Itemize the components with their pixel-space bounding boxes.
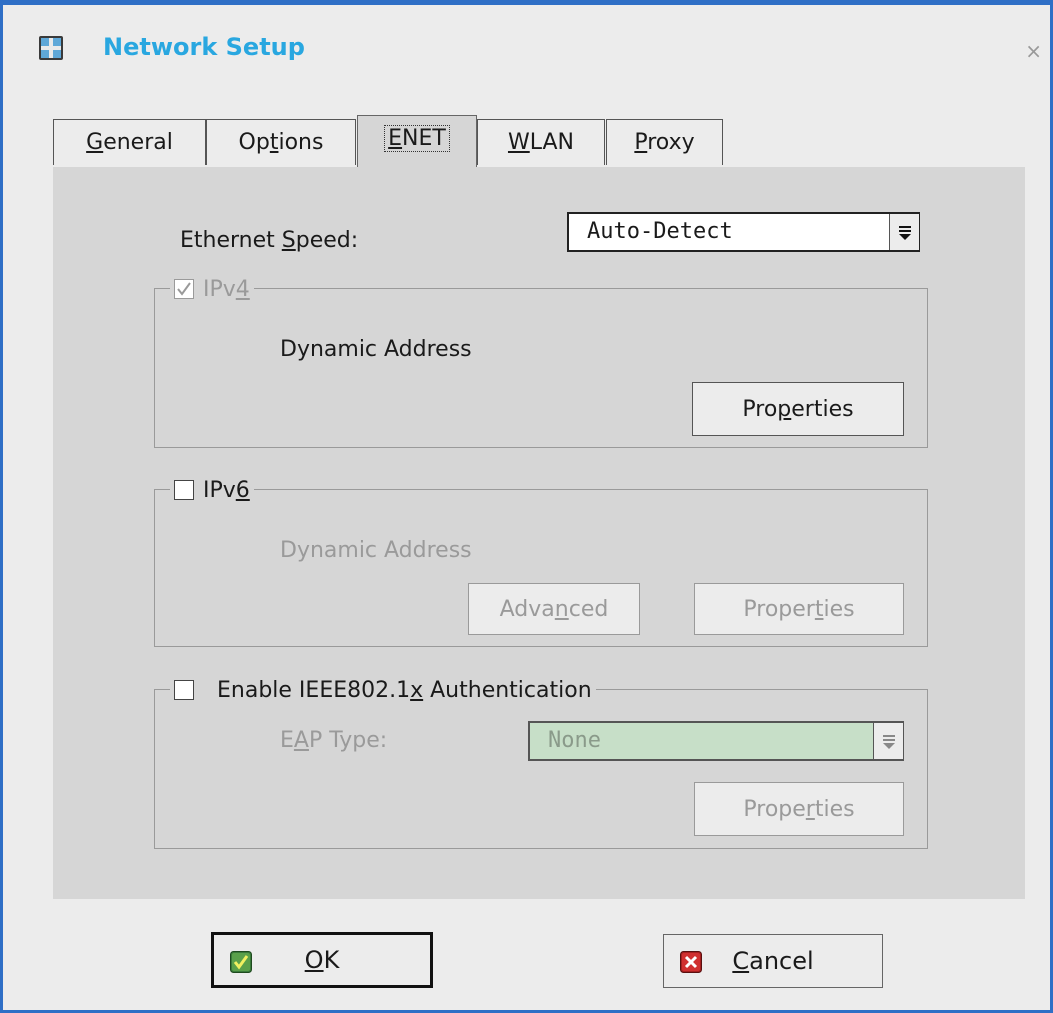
tab-general[interactable]: General	[53, 119, 206, 165]
ieee8021x-label: Enable IEEE802.1x Authentication	[217, 677, 592, 703]
ipv6-address-text: Dynamic Address	[280, 538, 472, 563]
close-icon[interactable]: ×	[1025, 41, 1042, 61]
eap-type-select[interactable]: None	[528, 721, 904, 761]
ipv6-properties-button[interactable]: Proper t ies	[694, 583, 904, 635]
tab-options[interactable]: Options	[206, 119, 356, 165]
auth-group: EAP Type: None Prope r ties	[154, 689, 928, 849]
auth-properties-button[interactable]: Prope r ties	[694, 782, 904, 836]
tab-proxy-label: Proxy	[634, 130, 695, 155]
ethernet-speed-select[interactable]: Auto-Detect	[567, 212, 920, 252]
dropdown-arrow-icon[interactable]	[889, 214, 919, 250]
ipv4-properties-button[interactable]: Pro p erties	[692, 382, 904, 436]
network-icon	[39, 36, 63, 60]
eap-type-value: None	[548, 728, 601, 753]
ipv6-advanced-button[interactable]: Adva n ced	[468, 583, 640, 635]
ipv4-checkbox-legend[interactable]: IPv4	[170, 275, 254, 303]
ethernet-speed-label: Ethernet Speed:	[180, 228, 359, 253]
ipv6-group: Dynamic Address Adva n ced Proper t ies	[154, 489, 928, 647]
cancel-label: Cancel	[732, 947, 814, 975]
dropdown-arrow-icon[interactable]	[873, 723, 903, 759]
auth-checkbox-legend[interactable]: Enable IEEE802.1x Authentication	[170, 676, 596, 704]
title-bar: Network Setup ×	[3, 5, 1050, 91]
tab-general-label: General	[86, 130, 173, 155]
ok-label: OK	[304, 946, 340, 974]
ipv4-checkbox[interactable]	[174, 279, 194, 299]
ipv6-label: IPv6	[203, 477, 250, 503]
eap-type-label: EAP Type:	[280, 728, 388, 753]
tab-wlan-label: WLAN	[507, 130, 575, 155]
enet-panel: Ethernet Speed: Auto-Detect Dynamic Addr…	[53, 167, 1025, 899]
tab-options-label: Options	[238, 130, 324, 155]
cancel-button[interactable]: Cancel	[663, 934, 883, 988]
ipv4-group: Dynamic Address Pro p erties	[154, 288, 928, 448]
network-setup-window: Network Setup × General Options ENET WLA…	[0, 0, 1053, 1013]
window-title: Network Setup	[103, 33, 305, 61]
ok-button[interactable]: OK	[211, 932, 433, 988]
ipv6-checkbox[interactable]	[174, 480, 194, 500]
tab-proxy[interactable]: Proxy	[606, 119, 723, 165]
ipv4-address-text: Dynamic Address	[280, 337, 472, 362]
tab-wlan[interactable]: WLAN	[477, 119, 605, 165]
ipv6-checkbox-legend[interactable]: IPv6	[170, 476, 254, 504]
ipv4-label: IPv4	[203, 276, 250, 302]
tab-enet-label: ENET	[384, 125, 450, 152]
tab-enet[interactable]: ENET	[357, 115, 477, 169]
ieee8021x-checkbox[interactable]	[174, 680, 194, 700]
ethernet-speed-value: Auto-Detect	[587, 219, 733, 244]
